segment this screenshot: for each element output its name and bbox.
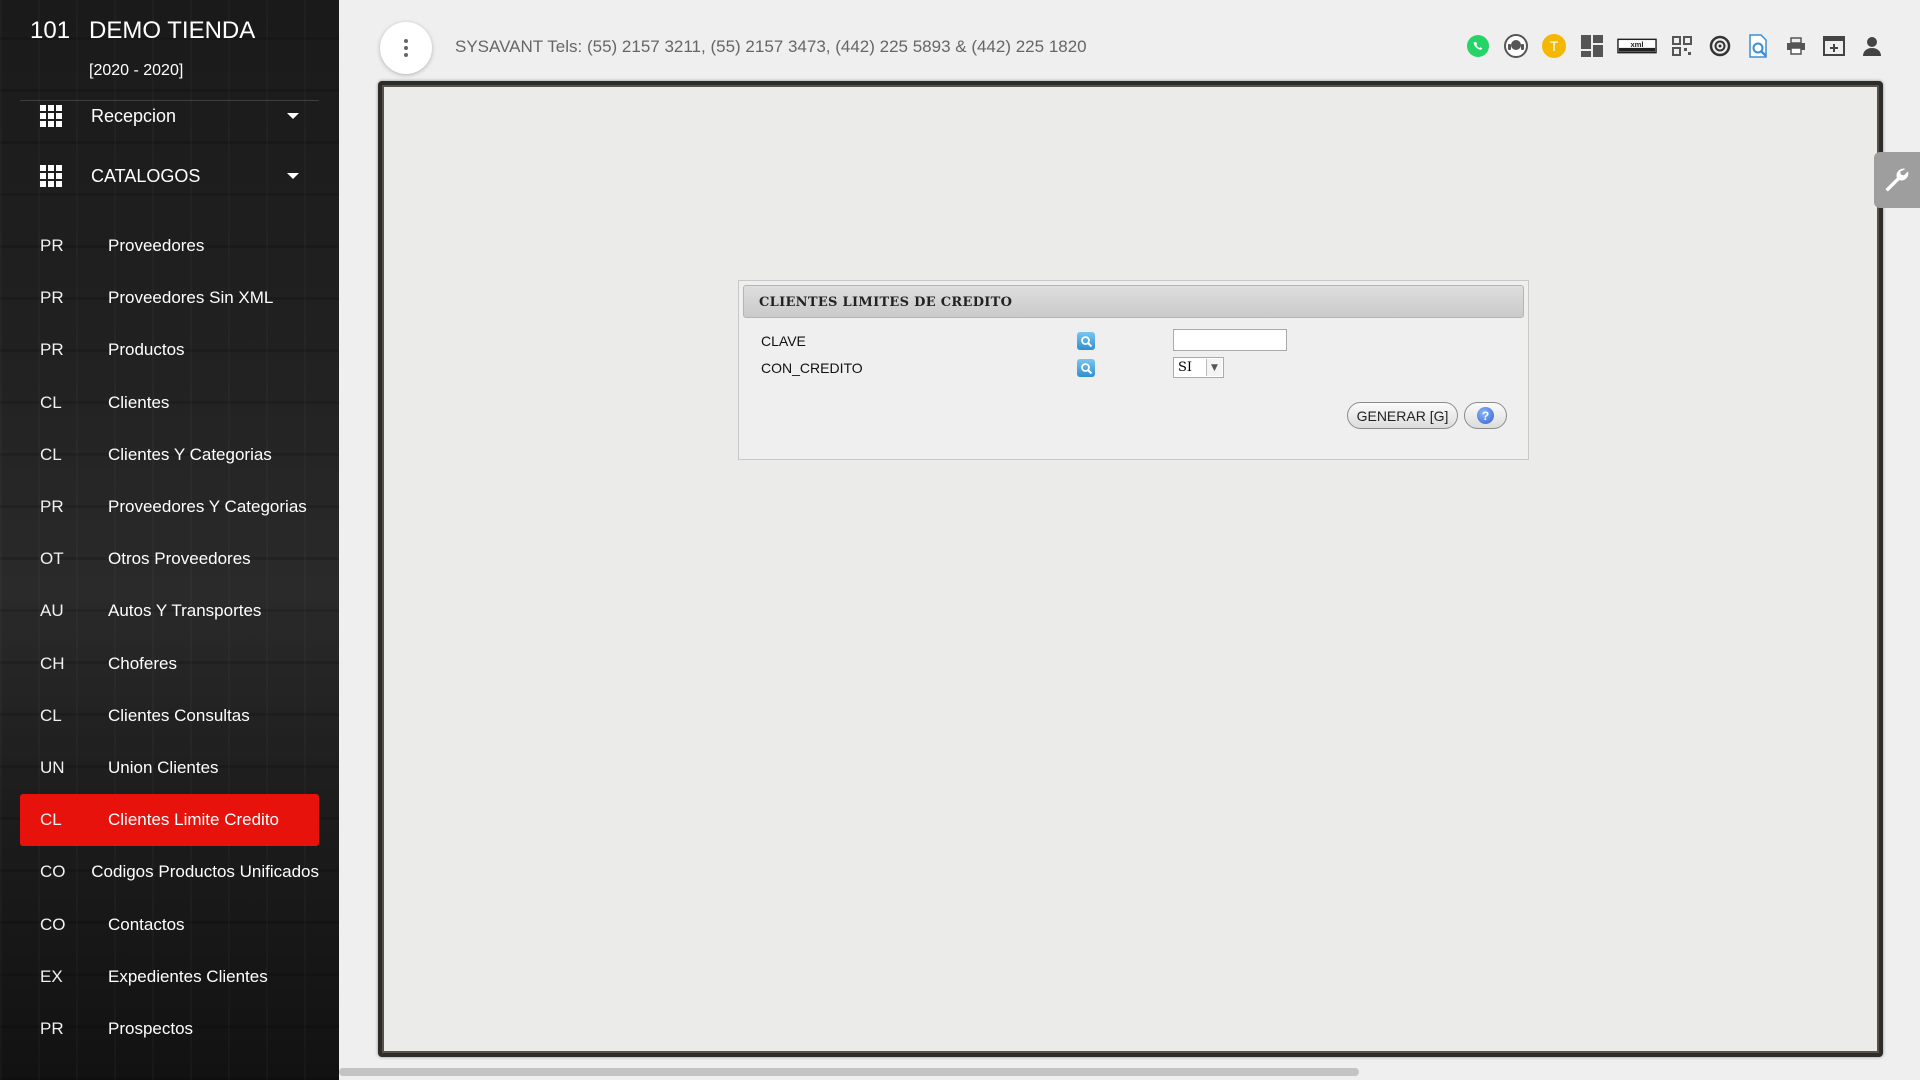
sidebar-group-label: Recepcion — [91, 105, 177, 126]
con-credito-lookup-icon[interactable] — [1077, 359, 1095, 377]
dialog-title: CLIENTES LIMITES DE CREDITO — [743, 285, 1524, 318]
content-frame — [378, 81, 1883, 1057]
clave-lookup-icon[interactable] — [1077, 332, 1095, 350]
sidebar-item-prospectos[interactable]: PR Prospectos — [20, 1003, 319, 1055]
top-toolbar: T xml — [1464, 32, 1886, 60]
sidebar-item-label: Clientes Limite Credito — [108, 810, 280, 830]
apps-grid-icon — [40, 165, 62, 187]
sidebar-item-clientes-y-categorias[interactable]: CL Clientes Y Categorias — [20, 429, 319, 481]
tools-tab[interactable] — [1874, 152, 1920, 208]
clave-input[interactable] — [1173, 329, 1287, 351]
generate-button[interactable]: GENERAR [G] — [1347, 402, 1458, 429]
printer-icon[interactable] — [1782, 32, 1810, 60]
sidebar-item-abbr: CL — [40, 392, 62, 412]
kebab-dot — [404, 53, 408, 57]
help-button[interactable]: ? — [1464, 402, 1507, 429]
con-credito-value: SI — [1178, 360, 1193, 375]
sidebar-item-label: Contactos — [108, 914, 185, 934]
user-icon[interactable] — [1858, 32, 1886, 60]
apps-grid-icon — [40, 105, 62, 127]
document-search-icon[interactable] — [1744, 32, 1772, 60]
sidebar-item-contactos[interactable]: CO Contactos — [20, 898, 319, 950]
fiscal-years: [2020 - 2020] — [89, 62, 184, 79]
support-chat-icon[interactable] — [1502, 32, 1530, 60]
contact-info: SYSAVANT Tels: (55) 2157 3211, (55) 2157… — [455, 37, 1087, 56]
sidebar-item-codigos-productos-unificados[interactable]: CO Codigos Productos Unificados — [20, 846, 319, 898]
sidebar-item-abbr: PR — [40, 497, 64, 517]
t-badge-letter: T — [1550, 38, 1559, 54]
kebab-dot — [404, 46, 408, 50]
chevron-down-icon — [287, 113, 299, 119]
qr-code-icon[interactable] — [1668, 32, 1696, 60]
sidebar-item-label: Autos Y Transportes — [108, 601, 262, 621]
sidebar-item-autos-y-transportes[interactable]: AU Autos Y Transportes — [20, 585, 319, 637]
sidebar-item-abbr: CH — [40, 653, 65, 673]
clave-label: CLAVE — [761, 333, 806, 349]
chevron-down-icon — [287, 173, 299, 179]
t-badge-icon[interactable]: T — [1540, 32, 1568, 60]
xml-icon[interactable]: xml — [1616, 32, 1658, 60]
sidebar-item-abbr: CL — [40, 444, 62, 464]
sidebar-item-abbr: CL — [40, 705, 62, 725]
sidebar-item-expedientes-clientes[interactable]: EX Expedientes Clientes — [20, 951, 319, 1003]
sidebar-item-label: Prospectos — [108, 1018, 194, 1038]
window-add-icon[interactable] — [1820, 32, 1848, 60]
dashboard-icon[interactable] — [1578, 32, 1606, 60]
sidebar-item-label: Otros Proveedores — [108, 549, 251, 569]
sidebar-item-label: Productos — [108, 340, 185, 360]
sidebar-item-label: Clientes Consultas — [108, 705, 250, 725]
xml-label: xml — [1630, 40, 1643, 49]
sidebar-item-abbr: AU — [40, 601, 64, 621]
sidebar-item-label: Union Clientes — [108, 757, 219, 777]
sidebar-item-abbr: PR — [40, 1018, 64, 1038]
credit-limit-dialog: CLIENTES LIMITES DE CREDITO CLAVE CON_CR… — [738, 280, 1529, 460]
sidebar-item-abbr: OT — [40, 549, 64, 569]
con-credito-select[interactable]: SI ▼ — [1173, 357, 1224, 378]
target-icon[interactable] — [1706, 32, 1734, 60]
sidebar-item-abbr: PR — [40, 288, 64, 308]
sidebar-item-proveedores-sin-xml[interactable]: PR Proveedores Sin XML — [20, 272, 319, 324]
sidebar-item-clientes-limite-credito[interactable]: CL Clientes Limite Credito — [20, 794, 319, 847]
wrench-icon — [1885, 168, 1909, 192]
sidebar-item-abbr: UN — [40, 757, 65, 777]
sidebar-item-abbr: CO — [40, 914, 66, 934]
sidebar-item-productos[interactable]: PR Productos — [20, 324, 319, 376]
horizontal-scrollbar[interactable] — [339, 1068, 1359, 1076]
help-icon: ? — [1477, 407, 1494, 424]
sidebar-item-clientes-consultas[interactable]: CL Clientes Consultas — [20, 690, 319, 742]
sidebar-item-proveedores-y-categorias[interactable]: PR Proveedores Y Categorias — [20, 481, 319, 533]
sidebar-item-clientes[interactable]: CL Clientes — [20, 377, 319, 429]
sidebar: 101 DEMO TIENDA [2020 - 2020] Recepcion … — [0, 0, 339, 1080]
sidebar-item-abbr: PR — [40, 340, 64, 360]
sidebar-item-label: Codigos Productos Unificados — [91, 862, 319, 882]
sidebar-item-label: Proveedores Y Categorias — [108, 497, 307, 517]
sidebar-item-abbr: PR — [40, 236, 64, 256]
sidebar-header: 101 DEMO TIENDA [2020 - 2020] — [0, 0, 339, 100]
sidebar-item-otros-proveedores[interactable]: OT Otros Proveedores — [20, 533, 319, 585]
chevron-down-icon: ▼ — [1206, 359, 1222, 376]
sidebar-item-choferes[interactable]: CH Choferes — [20, 638, 319, 690]
company-number: 101 — [30, 17, 71, 44]
sidebar-group-label: CATALOGOS — [91, 165, 201, 186]
sidebar-group-catalogos[interactable]: CATALOGOS — [0, 146, 339, 206]
sidebar-item-label: Choferes — [108, 653, 177, 673]
sidebar-item-proveedores[interactable]: PR Proveedores — [20, 220, 319, 272]
sidebar-item-label: Expedientes Clientes — [108, 966, 268, 986]
sidebar-item-abbr: EX — [40, 966, 63, 986]
kebab-dot — [404, 39, 408, 43]
sidebar-menu: PR Proveedores PR Proveedores Sin XML PR Pr… — [0, 220, 339, 1055]
sidebar-item-label: Proveedores — [108, 236, 205, 256]
sidebar-item-label: Proveedores Sin XML — [108, 288, 274, 308]
more-menu-button[interactable] — [380, 22, 432, 74]
whatsapp-icon[interactable] — [1464, 32, 1492, 60]
sidebar-item-label: Clientes Y Categorias — [108, 444, 272, 464]
con-credito-label: CON_CREDITO — [761, 360, 863, 376]
sidebar-group-recepcion[interactable]: Recepcion — [0, 86, 339, 146]
sidebar-item-union-clientes[interactable]: UN Union Clientes — [20, 742, 319, 794]
company-name: DEMO TIENDA — [89, 17, 256, 44]
sidebar-item-label: Clientes — [108, 392, 170, 412]
sidebar-item-abbr: CO — [40, 862, 66, 882]
sidebar-item-abbr: CL — [40, 810, 62, 830]
